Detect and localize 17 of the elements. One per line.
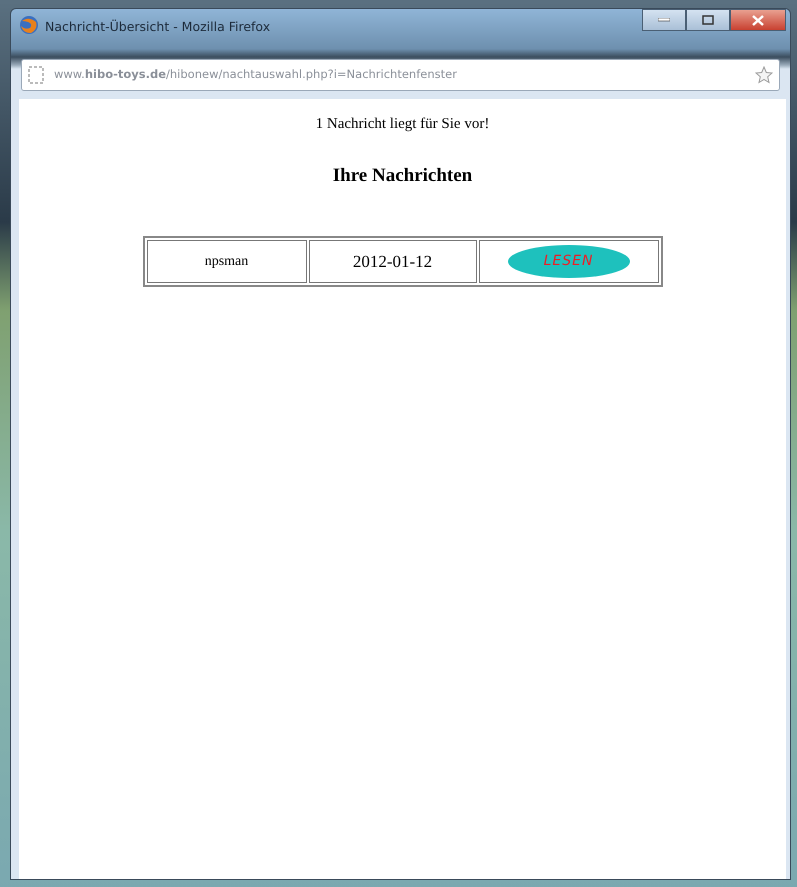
minimize-icon (658, 18, 670, 22)
date-cell: 2012-01-12 (308, 240, 476, 283)
read-button[interactable]: LESEN (508, 245, 630, 278)
window-title: Nachricht-Übersicht - Mozilla Firefox (45, 18, 270, 36)
address-bar[interactable]: www.hibo-toys.de/hibonew/nachtauswahl.php?i=Nachrichtenfenster (21, 59, 780, 91)
close-icon (752, 14, 764, 26)
sender-cell: npsman (146, 240, 306, 283)
bookmark-star-icon[interactable] (755, 66, 773, 84)
close-button[interactable] (730, 9, 786, 31)
browser-logo-icon (19, 15, 39, 35)
minimize-button[interactable] (642, 9, 686, 31)
page-icon (28, 66, 44, 84)
maximize-icon (702, 15, 714, 25)
maximize-button[interactable] (686, 9, 730, 31)
url-text: www.hibo-toys.de/hibonew/nachtauswahl.php?i=Nachrichtenfenster (54, 66, 457, 84)
messages-heading: Ihre Nachrichten (332, 164, 474, 188)
notice-text: 1 Nachricht liegt für Sie vor! (314, 115, 490, 134)
